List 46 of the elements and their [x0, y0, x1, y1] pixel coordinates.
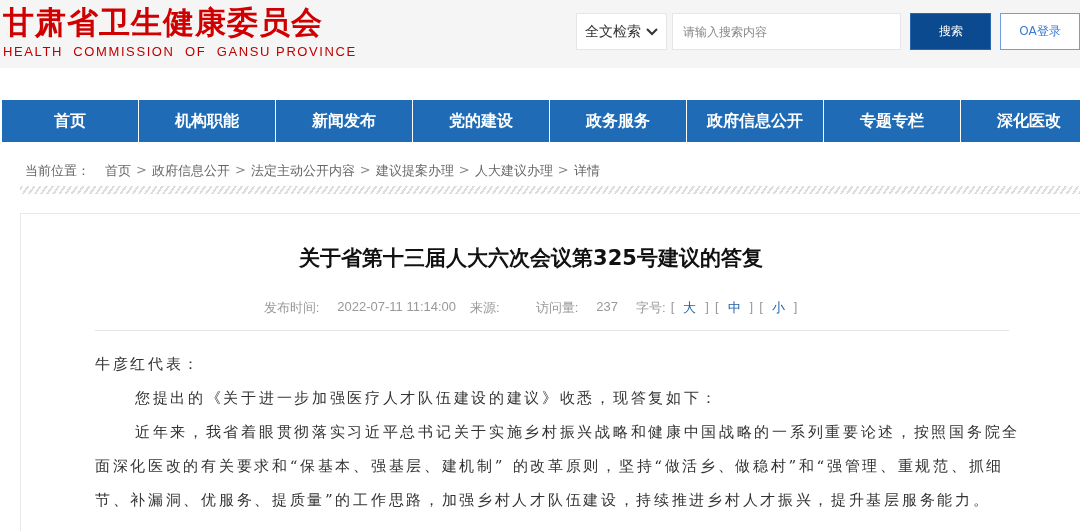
- nav-item[interactable]: 专题专栏: [824, 100, 960, 142]
- breadcrumb-link[interactable]: 建议提案办理: [375, 162, 454, 180]
- breadcrumb-separator: >: [557, 162, 569, 179]
- breadcrumb-link[interactable]: 首页: [105, 162, 131, 180]
- view-count: 237: [596, 299, 618, 316]
- bracket: [: [759, 299, 763, 316]
- article-title: 关于省第十三届人大六次会议第325号建议的答复: [298, 245, 764, 272]
- logo-subtitle: HEALTH COMMISSION OF GANSU PROVINCE: [3, 44, 357, 59]
- breadcrumb-label: 当前位置：: [25, 162, 90, 180]
- meta-label: 字号:: [636, 299, 666, 317]
- nav-item[interactable]: 机构职能: [139, 100, 275, 142]
- chevron-down-icon: [646, 27, 658, 36]
- search-button[interactable]: 搜索: [910, 13, 991, 50]
- bracket: ]: [793, 299, 798, 316]
- logo-title: 甘肃省卫生健康委员会: [3, 4, 324, 40]
- breadcrumb-separator: >: [458, 162, 470, 179]
- search-field[interactable]: 请输入搜索内容: [672, 13, 901, 50]
- font-size-link[interactable]: 中: [723, 299, 745, 317]
- meta-label: 来源:: [470, 299, 500, 317]
- breadcrumb-separator: >: [234, 162, 246, 179]
- nav-item[interactable]: 政务服务: [550, 100, 686, 142]
- nav-item[interactable]: 首页: [2, 100, 138, 142]
- meta-label: 访问量:: [535, 299, 579, 317]
- breadcrumb-link[interactable]: 政府信息公开: [151, 162, 230, 180]
- nav-item[interactable]: 政府信息公开: [687, 100, 823, 142]
- nav-item[interactable]: 新闻发布: [276, 100, 412, 142]
- meta-label: 发布时间:: [263, 299, 320, 317]
- nav-item[interactable]: 党的建设: [413, 100, 549, 142]
- bracket: ]: [749, 299, 754, 316]
- font-size-link[interactable]: 大: [679, 299, 701, 317]
- breadcrumb-separator: >: [136, 162, 147, 179]
- article-paragraph: 近年来，我省着眼贯彻落实习近平总书记关于实施乡村振兴战略和健康中国战略的一系列重要论述，按照国务院全面深化医改的有关要求和“保基本、强基层、建机制” 的改革原则，坚持“做活乡、做稳村”和“强管理、重规范、抓细节、补漏洞、优服务、提质量”的工作思路，加强乡村人才队伍建设，持续推进乡村人才振兴，提升基层服务能力。: [95, 422, 1020, 511]
- breadcrumb-link[interactable]: 详情: [573, 162, 600, 180]
- search-scope-dropdown[interactable]: 全文检索: [576, 13, 667, 50]
- breadcrumb-link[interactable]: 法定主动公开内容: [250, 162, 355, 180]
- publish-time: 2022-07-11 11:14:00: [337, 299, 457, 316]
- bracket: [: [714, 299, 719, 316]
- salutation: 牛彦红代表：: [95, 354, 203, 375]
- bracket: [: [670, 299, 675, 316]
- bracket: ]: [705, 299, 709, 316]
- nav-item[interactable]: 深化医改: [961, 100, 1080, 142]
- article-paragraph: 您提出的《关于进一步加强医疗人才队伍建设的建议》收悉，现答复如下：: [134, 388, 721, 409]
- oa-login-button[interactable]: OA登录: [1000, 13, 1080, 50]
- breadcrumb-separator: >: [359, 162, 371, 179]
- breadcrumb-link[interactable]: 人大建议办理: [474, 162, 553, 180]
- font-size-link[interactable]: 小: [767, 299, 789, 317]
